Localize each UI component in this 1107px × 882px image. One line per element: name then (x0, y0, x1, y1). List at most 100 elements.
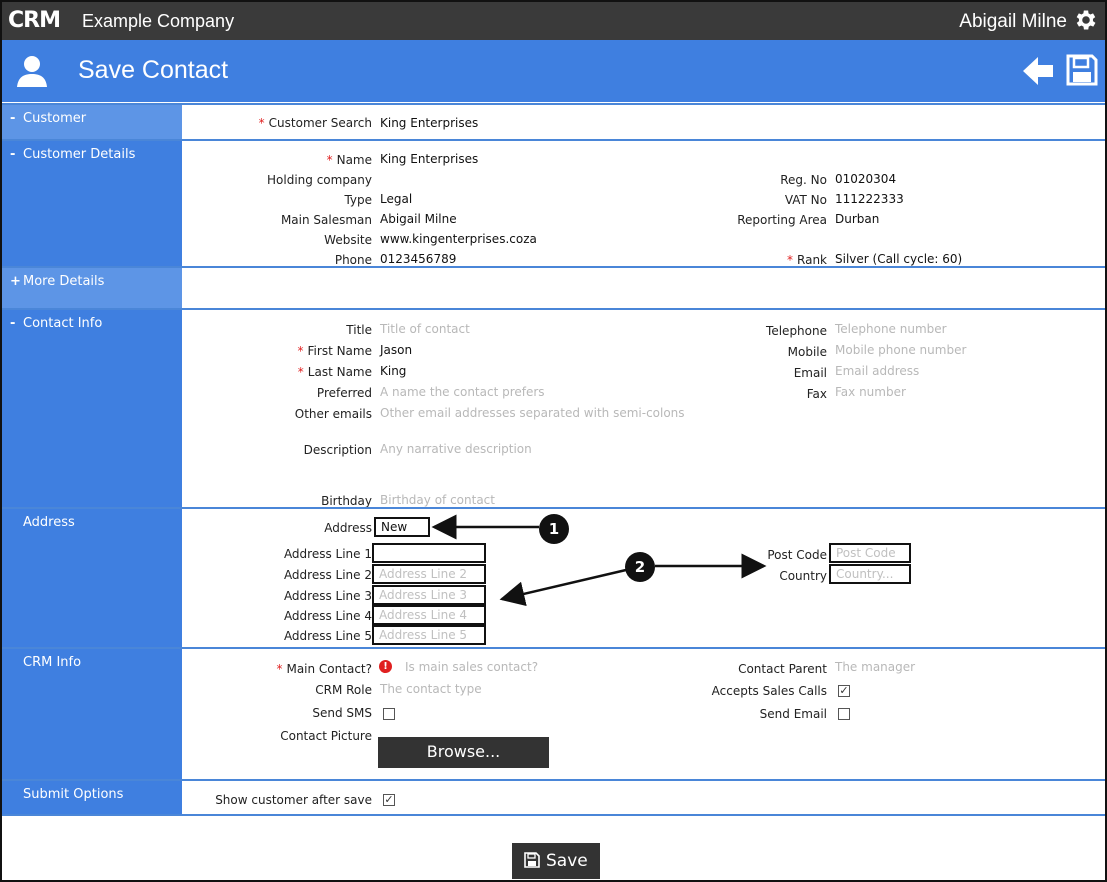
section-header-submit-options: Submit Options (2, 781, 182, 814)
other-emails-input[interactable]: Other email addresses separated with sem… (380, 406, 685, 420)
country-input[interactable]: Country... (829, 564, 911, 584)
address-line5-input[interactable]: Address Line 5 (372, 625, 486, 645)
browse-button[interactable]: Browse... (378, 737, 549, 768)
address-line1-input[interactable] (372, 543, 486, 563)
other-emails-label: Other emails (294, 407, 372, 421)
show-customer-label: Show customer after save (215, 793, 372, 807)
contact-parent-input[interactable]: The manager (835, 660, 915, 674)
show-customer-checkbox[interactable]: ✓ (383, 794, 395, 806)
section-title: Address (23, 515, 75, 530)
birthday-label: Birthday (321, 494, 372, 508)
save-button[interactable]: Save (512, 843, 600, 879)
user-name[interactable]: Abigail Milne (959, 11, 1067, 33)
address-line4-label: Address Line 4 (283, 609, 372, 623)
page-title: Save Contact (78, 56, 229, 84)
gear-icon[interactable] (1073, 7, 1099, 33)
first-name-input[interactable]: Jason (380, 343, 412, 357)
type-field[interactable]: Legal (380, 192, 412, 206)
company-name: Example Company (82, 11, 235, 31)
address-line2-input[interactable]: Address Line 2 (372, 564, 486, 584)
telephone-label: Telephone (766, 324, 827, 338)
section-address: Address Address New Address Line 1 Addre… (2, 507, 1105, 647)
country-label: Country (779, 569, 827, 583)
section-customer: - Customer * Customer Search King Enterpri… (2, 103, 1105, 139)
address-line4-input[interactable]: Address Line 4 (372, 605, 486, 625)
mobile-label: Mobile (787, 345, 827, 359)
preferred-label: Preferred (316, 386, 372, 400)
last-name-input[interactable]: King (380, 364, 406, 378)
crm-role-label: CRM Role (315, 683, 372, 697)
collapse-toggle: - (10, 147, 16, 162)
address-line3-label: Address Line 3 (283, 589, 372, 603)
post-code-input[interactable]: Post Code (829, 543, 911, 563)
customer-search-input[interactable]: King Enterprises (380, 116, 478, 130)
vat-no-field[interactable]: 111222333 (835, 192, 904, 206)
section-header-more-details[interactable]: + More Details (2, 268, 182, 308)
required-marker: * (258, 116, 265, 130)
address-select[interactable]: New (374, 517, 430, 537)
collapse-toggle: - (10, 316, 16, 331)
callout-2: 2 (625, 552, 655, 582)
vat-no-label: VAT No (784, 193, 827, 207)
phone-field[interactable]: 0123456789 (380, 252, 456, 266)
birthday-input[interactable]: Birthday of contact (380, 493, 495, 507)
collapse-toggle: - (10, 111, 16, 126)
holding-company-label: Holding company (267, 173, 372, 187)
address-label: Address (324, 521, 372, 535)
address-line1-label: Address Line 1 (283, 547, 372, 561)
post-code-label: Post Code (767, 548, 827, 562)
back-arrow-icon[interactable] (1021, 54, 1055, 88)
required-marker: * (276, 662, 283, 676)
main-salesman-label: Main Salesman (280, 213, 372, 227)
contact-picture-label: Contact Picture (280, 729, 372, 743)
section-header-customer[interactable]: - Customer (2, 105, 182, 139)
title-input[interactable]: Title of contact (380, 322, 470, 336)
customer-search-label: * Customer Search (258, 116, 372, 130)
address-line3-input[interactable]: Address Line 3 (372, 585, 486, 605)
send-email-label: Send Email (759, 707, 827, 721)
save-icon (524, 852, 540, 868)
contact-parent-label: Contact Parent (738, 662, 827, 676)
alert-icon: ! (379, 660, 392, 673)
main-salesman-field[interactable]: Abigail Milne (380, 212, 457, 226)
save-icon[interactable] (1065, 53, 1099, 87)
email-input[interactable]: Email address (835, 364, 919, 378)
reg-no-label: Reg. No (780, 173, 827, 187)
crm-logo: CRM (8, 8, 61, 33)
title-label: Title (346, 323, 372, 337)
name-field[interactable]: King Enterprises (380, 152, 478, 166)
send-sms-checkbox[interactable] (383, 708, 395, 720)
name-label: * Name (326, 153, 372, 167)
section-title: Contact Info (23, 316, 103, 331)
send-email-checkbox[interactable] (838, 708, 850, 720)
fax-input[interactable]: Fax number (835, 385, 906, 399)
first-name-label: * First Name (297, 344, 372, 358)
rank-field[interactable]: Silver (Call cycle: 60) (835, 252, 962, 266)
section-header-customer-details[interactable]: - Customer Details (2, 141, 182, 266)
email-label: Email (793, 366, 827, 380)
type-label: Type (344, 193, 372, 207)
reporting-area-label: Reporting Area (737, 213, 827, 227)
telephone-input[interactable]: Telephone number (835, 322, 947, 336)
description-textarea[interactable]: Any narrative description (380, 442, 532, 456)
section-header-contact-info[interactable]: - Contact Info (2, 310, 182, 507)
main-contact-input[interactable]: Is main sales contact? (405, 660, 538, 674)
required-marker: * (326, 153, 333, 167)
crm-role-input[interactable]: The contact type (380, 682, 482, 696)
reporting-area-field[interactable]: Durban (835, 212, 879, 226)
website-field[interactable]: www.kingenterprises.coza (380, 232, 537, 246)
description-label: Description (303, 443, 372, 457)
rank-label: * Rank (787, 253, 827, 267)
accepts-sales-calls-checkbox[interactable]: ✓ (838, 685, 850, 697)
save-button-label: Save (546, 851, 588, 871)
accepts-sales-calls-label: Accepts Sales Calls (711, 684, 827, 698)
last-name-label: * Last Name (297, 365, 372, 379)
section-crm-info: CRM Info * Main Contact? ! Is main sales … (2, 647, 1105, 779)
section-customer-details: - Customer Details * Name King Enterprises… (2, 139, 1105, 267)
preferred-input[interactable]: A name the contact prefers (380, 385, 545, 399)
section-header-crm-info: CRM Info (2, 649, 182, 779)
send-sms-label: Send SMS (312, 706, 372, 720)
top-bar: CRM Example Company Abigail Milne (2, 2, 1105, 40)
mobile-input[interactable]: Mobile phone number (835, 343, 966, 357)
reg-no-field[interactable]: 01020304 (835, 172, 896, 186)
